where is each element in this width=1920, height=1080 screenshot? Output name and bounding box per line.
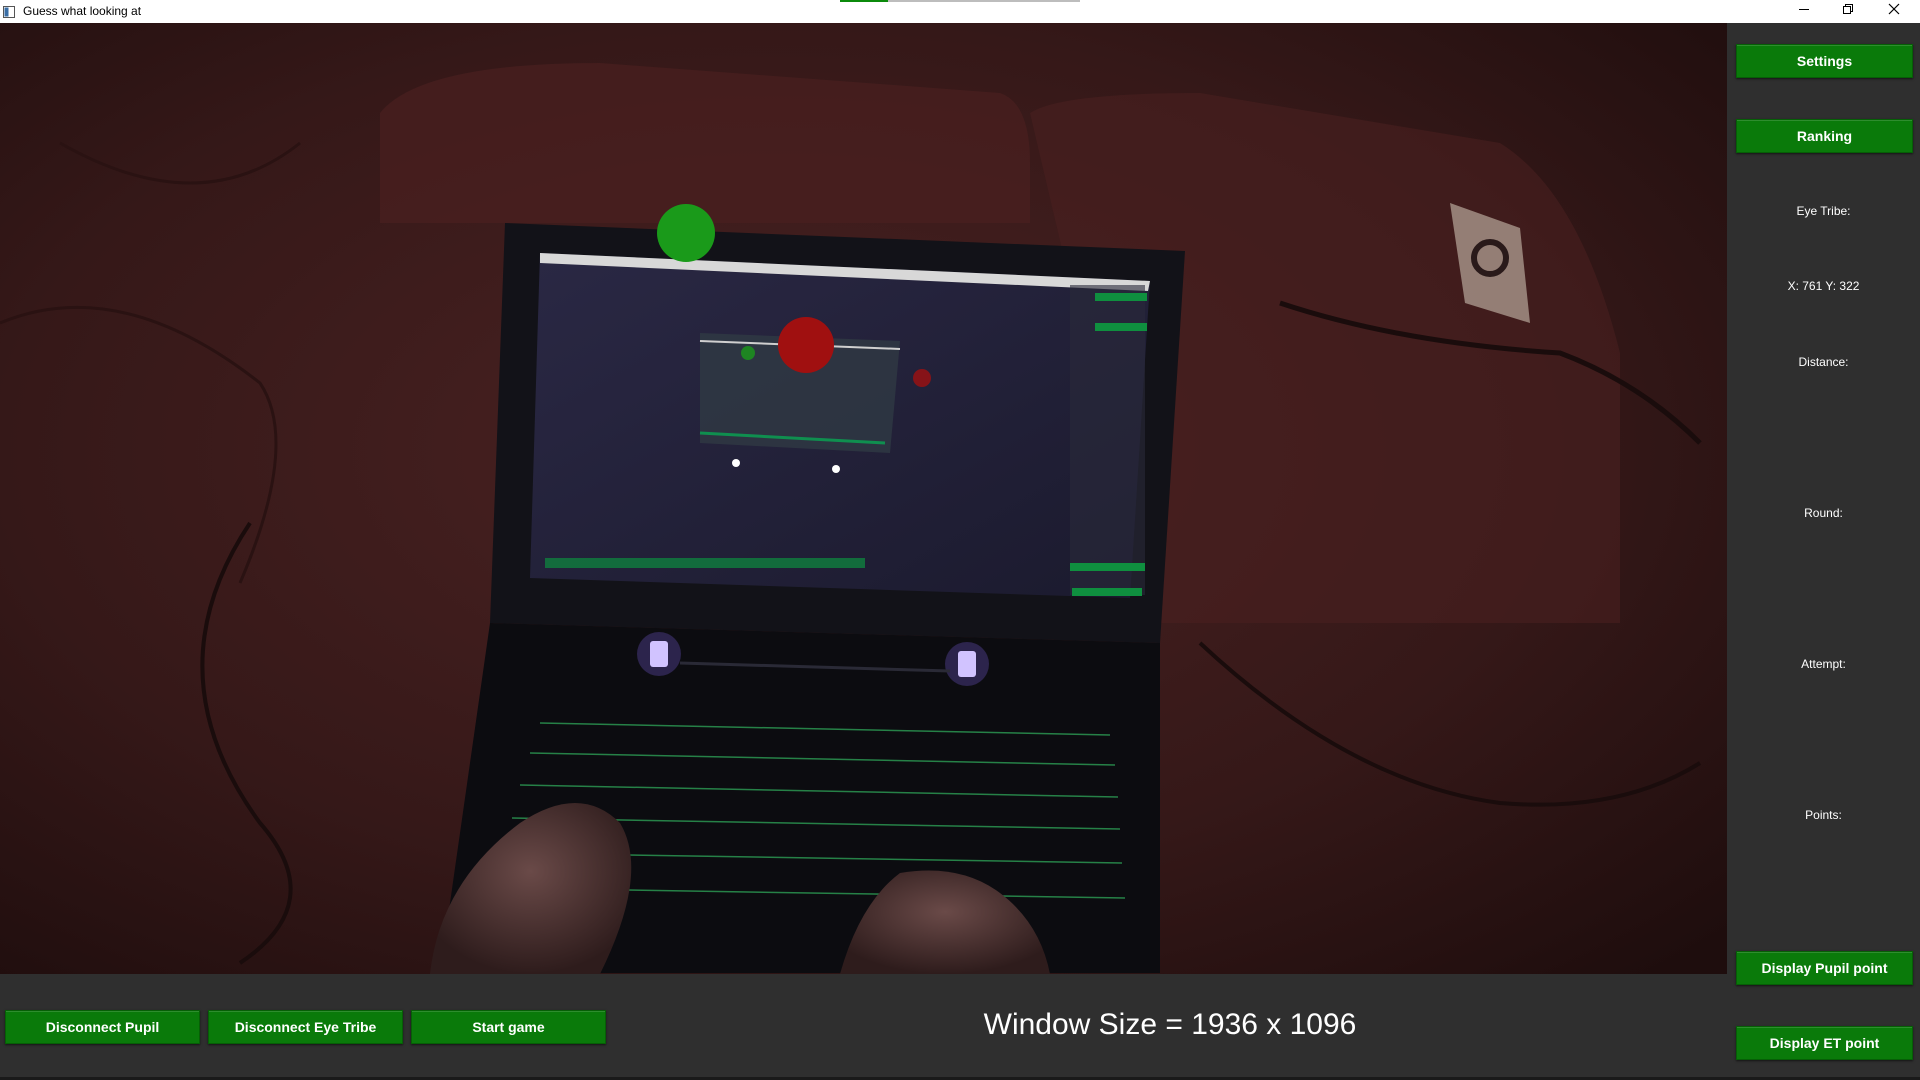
window-size-text: Window Size = 1936 x 1096	[983, 1008, 1357, 1041]
minimize-icon	[1798, 2, 1810, 20]
close-button[interactable]	[1872, 0, 1916, 22]
disconnect-pupil-button[interactable]: Disconnect Pupil	[5, 1010, 200, 1044]
maximize-icon	[1842, 2, 1854, 20]
pupil-gaze-marker	[657, 204, 715, 262]
title-bar: Guess what looking at	[0, 0, 1920, 24]
gaze-coordinates: X: 761 Y: 322	[1787, 279, 1860, 293]
disconnect-eye-tribe-button[interactable]: Disconnect Eye Tribe	[208, 1010, 403, 1044]
maximize-button[interactable]	[1826, 0, 1870, 22]
minimize-button[interactable]	[1782, 0, 1826, 22]
eye-tribe-gaze-marker	[778, 317, 834, 373]
window-title: Guess what looking at	[23, 4, 142, 18]
ranking-button[interactable]: Ranking	[1736, 119, 1913, 153]
close-icon	[1888, 2, 1900, 20]
round-label: Round:	[1804, 506, 1843, 520]
eye-tribe-label: Eye Tribe:	[1796, 204, 1851, 218]
camera-scene	[0, 23, 1727, 974]
attempt-label: Attempt:	[1801, 657, 1846, 671]
title-progress-bar	[840, 0, 1080, 2]
settings-button[interactable]: Settings	[1736, 44, 1913, 78]
display-pupil-point-button[interactable]: Display Pupil point	[1736, 951, 1913, 985]
distance-label: Distance:	[1798, 355, 1849, 369]
points-label: Points:	[1805, 808, 1842, 822]
start-game-button[interactable]: Start game	[411, 1010, 606, 1044]
app-icon	[3, 5, 15, 18]
camera-feed[interactable]	[0, 23, 1727, 974]
display-et-point-button[interactable]: Display ET point	[1736, 1026, 1913, 1060]
title-progress-fill	[840, 0, 888, 2]
side-panel: Settings Ranking Eye Tribe: X: 761 Y: 32…	[1727, 23, 1920, 1080]
bottom-bar: Disconnect Pupil Disconnect Eye Tribe St…	[0, 974, 1727, 1080]
